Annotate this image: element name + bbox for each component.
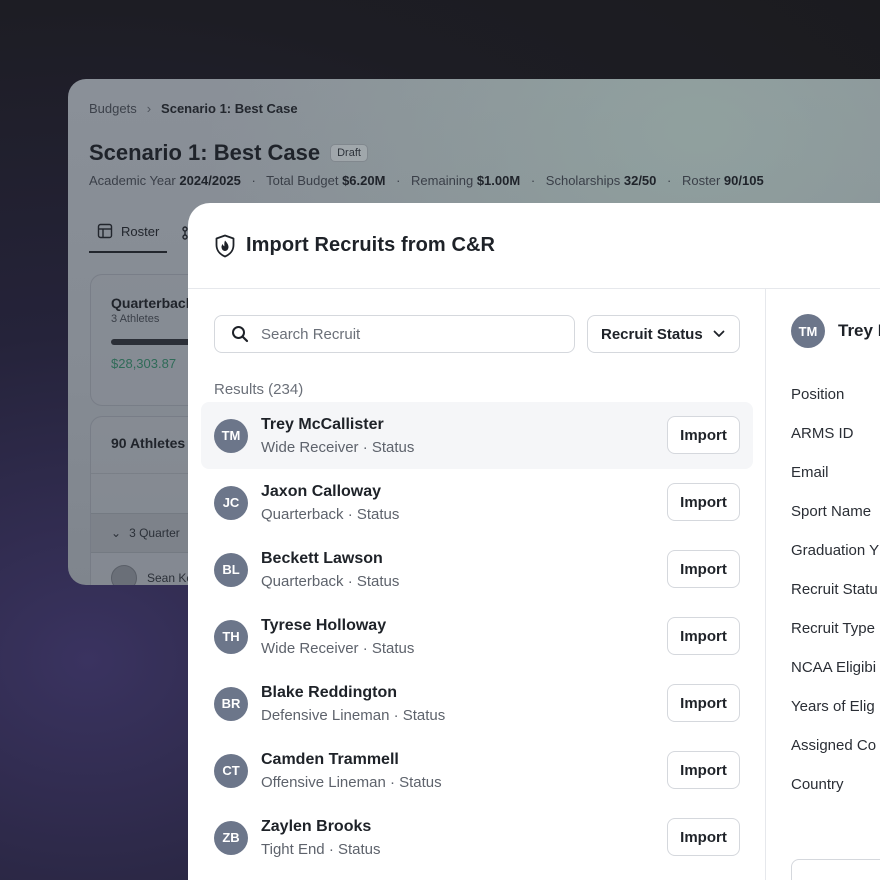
field-label: Position bbox=[791, 386, 845, 403]
chevron-right-icon: › bbox=[146, 101, 152, 116]
avatar: BR bbox=[214, 686, 248, 721]
recruit-name: Jaxon Calloway bbox=[261, 482, 382, 500]
academic-year-label: Academic Year bbox=[89, 173, 176, 188]
avatar: JC bbox=[214, 485, 248, 520]
scholarships-label: Scholarships bbox=[545, 173, 621, 188]
import-button[interactable]: Import bbox=[667, 550, 740, 588]
search-input[interactable] bbox=[261, 325, 541, 343]
recruit-subtitle: Defensive Lineman · Status bbox=[261, 706, 446, 724]
avatar: TH bbox=[214, 619, 248, 654]
avatar: TM bbox=[791, 314, 825, 348]
import-button[interactable]: Import bbox=[667, 617, 740, 655]
recruit-list: TM Trey McCallister Wide Receiver · Statu… bbox=[201, 402, 753, 871]
detail-action-box[interactable] bbox=[791, 859, 880, 880]
recruit-row[interactable]: BL Beckett Lawson Quarterback · Status Im… bbox=[201, 536, 753, 603]
import-button[interactable]: Import bbox=[667, 818, 740, 856]
chevron-down-icon bbox=[713, 330, 725, 337]
avatar bbox=[111, 565, 137, 585]
detail-name: Trey I bbox=[838, 321, 880, 340]
recruit-row[interactable]: TH Tyrese Holloway Wide Receiver · Status… bbox=[201, 603, 753, 670]
results-count: Results (234) bbox=[214, 381, 304, 398]
recruit-name: Trey McCallister bbox=[261, 415, 384, 433]
recruit-subtitle: Wide Receiver · Status bbox=[261, 639, 415, 657]
recruit-name: Beckett Lawson bbox=[261, 549, 383, 567]
search-icon bbox=[232, 326, 249, 343]
avatar: BL bbox=[214, 552, 248, 587]
field-label: Years of Elig bbox=[791, 698, 875, 715]
recruit-name: Blake Reddington bbox=[261, 683, 398, 701]
table-icon bbox=[97, 223, 113, 239]
recruit-status-label: Recruit Status bbox=[601, 325, 703, 343]
remaining-label: Remaining bbox=[411, 173, 474, 188]
avatar: CT bbox=[214, 753, 248, 788]
recruit-subtitle: Wide Receiver · Status bbox=[261, 438, 415, 456]
scenario-meta: Academic Year 2024/2025 · Total Budget $… bbox=[89, 173, 764, 188]
recruit-row[interactable]: ZB Zaylen Brooks Tight End · Status Impor… bbox=[201, 804, 753, 871]
recruit-row[interactable]: BR Blake Reddington Defensive Lineman · S… bbox=[201, 670, 753, 737]
athlete-row[interactable]: Sean Ke bbox=[111, 565, 193, 585]
import-button[interactable]: Import bbox=[667, 483, 740, 521]
import-button[interactable]: Import bbox=[667, 684, 740, 722]
shield-logo-icon bbox=[215, 234, 235, 257]
recruit-subtitle: Tight End · Status bbox=[261, 840, 381, 858]
import-recruits-modal: Import Recruits from C&R Recruit Status … bbox=[188, 203, 880, 880]
roster-value: 90/105 bbox=[723, 173, 764, 188]
status-badge: Draft bbox=[330, 144, 368, 162]
total-budget-value: $6.20M bbox=[342, 173, 386, 188]
field-label: Recruit Statu bbox=[791, 581, 878, 598]
recruit-row[interactable]: JC Jaxon Calloway Quarterback · Status Im… bbox=[201, 469, 753, 536]
athlete-name: Sean Ke bbox=[147, 571, 194, 585]
recruit-list-pane: Recruit Status Results (234) TM Trey McC… bbox=[188, 289, 766, 880]
position-card-amount: $28,303.87 bbox=[111, 356, 177, 371]
position-card-title: Quarterback bbox=[111, 295, 194, 311]
page-title-row: Scenario 1: Best Case Draft bbox=[89, 140, 368, 166]
breadcrumb-current: Scenario 1: Best Case bbox=[161, 101, 298, 116]
recruit-status-dropdown[interactable]: Recruit Status bbox=[587, 315, 740, 353]
athletes-card-title: 90 Athletes bbox=[111, 435, 186, 451]
field-label: ARMS ID bbox=[791, 425, 854, 442]
field-label: Email bbox=[791, 464, 829, 481]
breadcrumb: Budgets › Scenario 1: Best Case bbox=[89, 101, 298, 116]
recruit-subtitle: Quarterback · Status bbox=[261, 572, 400, 590]
recruit-detail-pane: TM Trey I Position ARMS ID Email Sport N… bbox=[767, 289, 880, 880]
search-field[interactable] bbox=[214, 315, 575, 353]
breadcrumb-parent[interactable]: Budgets bbox=[89, 101, 137, 116]
position-group-label: 3 Quarter bbox=[129, 526, 180, 540]
field-label: Recruit Type bbox=[791, 620, 875, 637]
import-button[interactable]: Import bbox=[667, 416, 740, 454]
recruit-name: Tyrese Holloway bbox=[261, 616, 387, 634]
import-button[interactable]: Import bbox=[667, 751, 740, 789]
avatar: TM bbox=[214, 418, 248, 453]
field-label: Assigned Co bbox=[791, 737, 877, 754]
total-budget-label: Total Budget bbox=[266, 173, 339, 188]
recruit-subtitle: Offensive Lineman · Status bbox=[261, 773, 442, 791]
detail-header: TM Trey I bbox=[791, 314, 880, 348]
modal-title: Import Recruits from C&R bbox=[246, 234, 496, 256]
roster-label: Roster bbox=[682, 173, 721, 188]
tab-bar: Roster bbox=[89, 213, 197, 253]
recruit-row[interactable]: TM Trey McCallister Wide Receiver · Statu… bbox=[201, 402, 753, 469]
recruit-row[interactable]: CT Camden Trammell Offensive Lineman · St… bbox=[201, 737, 753, 804]
field-label: Sport Name bbox=[791, 503, 872, 520]
modal-header: Import Recruits from C&R bbox=[188, 203, 880, 289]
recruit-name: Zaylen Brooks bbox=[261, 817, 372, 835]
tab-roster[interactable]: Roster bbox=[89, 213, 168, 253]
field-label: Graduation Y bbox=[791, 542, 880, 559]
field-label: NCAA Eligibi bbox=[791, 659, 877, 676]
remaining-value: $1.00M bbox=[476, 173, 521, 188]
detail-fields: Position ARMS ID Email Sport Name Gradua… bbox=[791, 375, 879, 804]
position-card-subtitle: 3 Athletes bbox=[111, 313, 160, 325]
field-label: Country bbox=[791, 776, 844, 793]
scholarships-value: 32/50 bbox=[623, 173, 657, 188]
recruit-name: Camden Trammell bbox=[261, 750, 399, 768]
academic-year-value: 2024/2025 bbox=[179, 173, 241, 188]
recruit-subtitle: Quarterback · Status bbox=[261, 505, 400, 523]
page-title: Scenario 1: Best Case bbox=[89, 140, 321, 165]
chevron-down-icon: ⌄ bbox=[111, 526, 122, 540]
tab-roster-label: Roster bbox=[121, 223, 160, 239]
avatar: ZB bbox=[214, 820, 248, 855]
